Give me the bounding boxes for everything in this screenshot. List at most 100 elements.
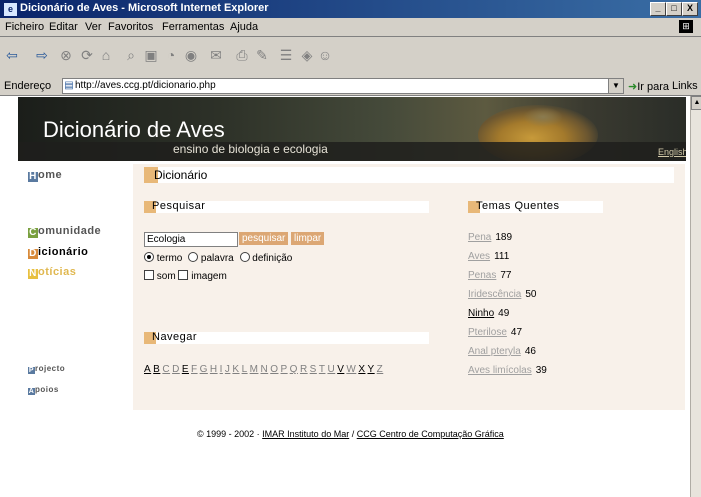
letter-link-s[interactable]: S (310, 364, 317, 375)
letter-link-u[interactable]: U (327, 364, 335, 375)
media-icon[interactable]: ◉ (183, 47, 199, 63)
menu-editar[interactable]: Editar (49, 21, 78, 33)
hot-topic-link[interactable]: Ninho (468, 308, 494, 319)
stop-icon[interactable]: ⊗ (58, 47, 74, 63)
checkbox-som[interactable] (144, 270, 154, 280)
letter-link-o[interactable]: O (270, 364, 278, 375)
letter-link-v[interactable]: V (337, 364, 344, 375)
radio-palavra[interactable] (188, 252, 199, 262)
nav-dicionario-label: icionário (38, 246, 89, 258)
page-title: Dicionário (154, 168, 208, 182)
menu-ferramentas[interactable]: Ferramentas (162, 21, 224, 33)
nav-noticias[interactable]: Notícias (28, 266, 76, 279)
hot-topic-count: 46 (524, 346, 536, 357)
favorites-icon[interactable]: ▣ (143, 47, 159, 63)
letter-link-y[interactable]: Y (367, 364, 374, 375)
checkbox-imagem[interactable] (178, 270, 189, 280)
letter-link-d[interactable]: D (172, 364, 180, 375)
clear-button[interactable]: limpar (291, 232, 325, 245)
refresh-icon[interactable]: ⟳ (79, 47, 95, 63)
nav-apoios-label: poios (35, 385, 59, 394)
nav-apoios-initial: A (28, 388, 35, 395)
menu-favoritos[interactable]: Favoritos (108, 21, 153, 33)
checkbox-imagem-label: imagem (191, 271, 227, 282)
home-icon[interactable]: ⌂ (98, 47, 114, 63)
letter-link-p[interactable]: P (280, 364, 287, 375)
menu-ficheiro[interactable]: Ficheiro (5, 21, 44, 33)
close-button[interactable]: X (682, 2, 698, 16)
nav-dicionario[interactable]: Dicionário (28, 246, 88, 259)
letter-link-h[interactable]: H (210, 364, 218, 375)
browse-heading-bar: Navegar (144, 331, 429, 344)
hot-topic-link[interactable]: Pterilose (468, 327, 507, 338)
hot-topic-count: 50 (525, 289, 537, 300)
letter-link-w[interactable]: W (346, 364, 356, 375)
letter-link-f[interactable]: F (191, 364, 198, 375)
nav-apoios[interactable]: Apoios (28, 385, 59, 395)
vertical-scrollbar[interactable]: ▲ (690, 96, 701, 497)
links-button[interactable]: Links (672, 80, 698, 92)
radio-termo[interactable] (144, 252, 154, 262)
letter-link-e[interactable]: E (182, 364, 189, 375)
hot-topic-link[interactable]: Anal pteryla (468, 346, 521, 357)
hot-topic-link[interactable]: Iridescência (468, 289, 521, 300)
scroll-up-icon[interactable]: ▲ (691, 96, 701, 110)
letter-link-q[interactable]: Q (290, 364, 298, 375)
address-input[interactable]: ▤http://aves.ccg.pt/dicionario.php (62, 78, 610, 94)
radio-definicao[interactable] (239, 252, 250, 262)
forward-icon[interactable]: ⇨ (34, 47, 50, 63)
hot-topic-item: Penas 77 (468, 270, 511, 281)
research-icon[interactable]: ◈ (299, 47, 315, 63)
search-icon[interactable]: ⌕ (123, 47, 139, 63)
letter-link-i[interactable]: I (220, 364, 223, 375)
edit-icon[interactable]: ✎ (254, 47, 270, 63)
mail-icon[interactable]: ✉ (208, 47, 224, 63)
address-dropdown-icon[interactable]: ▼ (608, 78, 624, 94)
print-icon[interactable]: ⎙ (234, 47, 250, 63)
letter-link-k[interactable]: K (232, 364, 239, 375)
letter-link-r[interactable]: R (300, 364, 308, 375)
nav-projecto[interactable]: Projecto (28, 364, 65, 374)
back-icon[interactable]: ⇦ (4, 47, 20, 63)
minimize-button[interactable]: _ (650, 2, 666, 16)
menu-ver[interactable]: Ver (85, 21, 102, 33)
letter-link-a[interactable]: A (144, 364, 151, 375)
search-mode-radios: termo palavra definição (144, 252, 292, 264)
nav-home[interactable]: Home (28, 169, 62, 182)
windows-logo-icon: ⊞ (679, 20, 693, 33)
letter-link-c[interactable]: C (162, 364, 170, 375)
history-icon[interactable]: ◔ (163, 47, 179, 63)
search-button[interactable]: pesquisar (239, 232, 289, 245)
maximize-button[interactable]: □ (666, 2, 682, 16)
hot-topic-link[interactable]: Aves limícolas (468, 365, 532, 376)
hot-topic-count: 49 (498, 308, 510, 319)
hot-topic-link[interactable]: Penas (468, 270, 496, 281)
hot-topic-item: Aves limícolas 39 (468, 365, 547, 376)
english-link[interactable]: English (658, 147, 686, 157)
letter-link-b[interactable]: B (153, 364, 160, 375)
letter-link-l[interactable]: L (242, 364, 248, 375)
hot-topic-count: 47 (510, 327, 523, 338)
site-title: Dicionário de Aves (43, 117, 225, 142)
hot-topics-heading: Temas Quentes (476, 200, 560, 212)
nav-comunidade[interactable]: Comunidade (28, 225, 101, 238)
menu-ajuda[interactable]: Ajuda (230, 21, 258, 33)
page-icon: ▤ (64, 80, 74, 91)
search-input[interactable]: Ecologia (144, 232, 238, 247)
hot-topic-link[interactable]: Aves (468, 251, 490, 262)
letter-link-m[interactable]: M (250, 364, 259, 375)
go-button[interactable]: ➜Ir para (628, 80, 669, 93)
footer-imar-link[interactable]: IMAR Instituto do Mar (262, 429, 349, 439)
letter-link-n[interactable]: N (260, 364, 268, 375)
letter-link-t[interactable]: T (319, 364, 326, 375)
letter-link-j[interactable]: J (225, 364, 231, 375)
discuss-icon[interactable]: ☰ (278, 47, 294, 63)
hot-topics-heading-bar: Temas Quentes (468, 200, 603, 213)
footer-ccg-link[interactable]: CCG Centro de Computação Gráfica (357, 429, 504, 439)
letter-link-x[interactable]: X (358, 364, 365, 375)
letter-link-g[interactable]: G (200, 364, 208, 375)
messenger-icon[interactable]: ☺ (317, 47, 333, 63)
window-title-bar[interactable]: e Dicionário de Aves - Microsoft Interne… (0, 0, 701, 18)
hot-topic-link[interactable]: Pena (468, 232, 491, 243)
letter-link-z[interactable]: Z (377, 364, 384, 375)
